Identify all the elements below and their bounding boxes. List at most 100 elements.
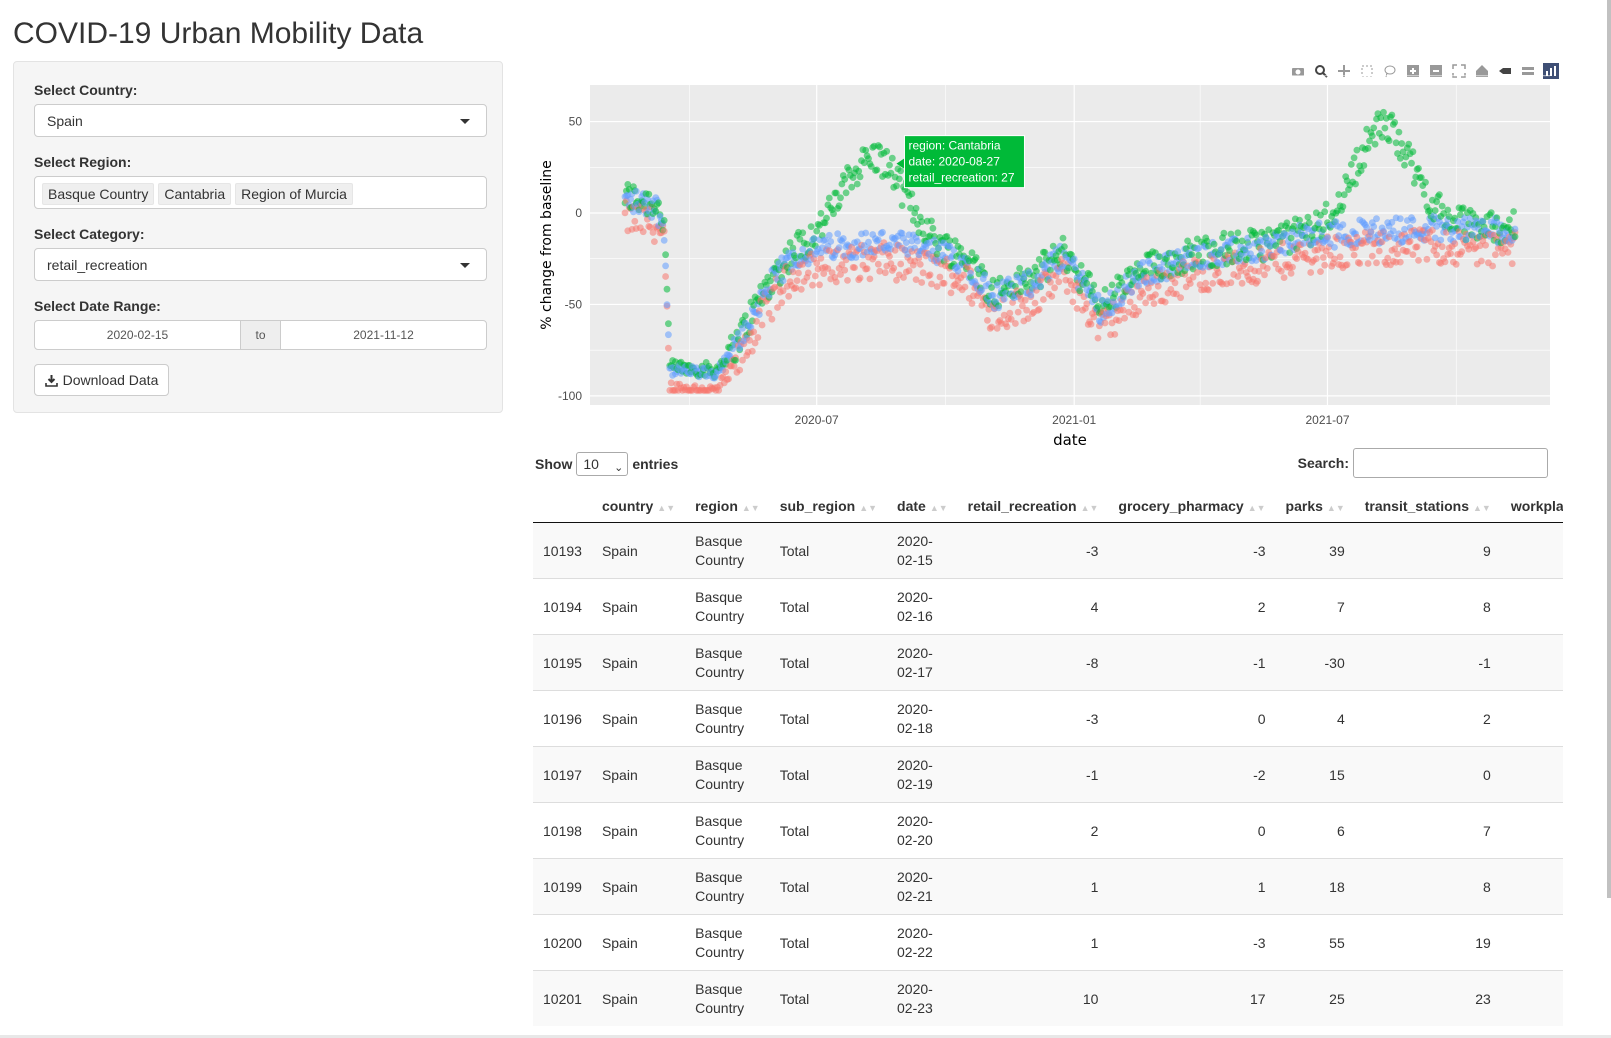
cell-grocery-pharmacy: -3 (1108, 914, 1276, 971)
scatter-point (835, 244, 843, 252)
scatter-point (844, 277, 851, 284)
column-header-country[interactable]: country ▲▼ (591, 490, 686, 523)
sidebar-panel: Select Country: Spain Select Region: Bas… (13, 61, 503, 413)
country-label: Select Country: (34, 82, 138, 98)
entries-select[interactable]: 10 ⌄ (576, 452, 629, 476)
region-multiselect[interactable]: Basque Country Cantabria Region of Murci… (34, 176, 487, 209)
scatter-point (1458, 248, 1466, 256)
scatter-point (1339, 221, 1347, 229)
column-header-date[interactable]: date ▲▼ (887, 490, 958, 523)
scatter-point (1410, 179, 1418, 187)
scatter-point (1070, 255, 1078, 263)
region-chip[interactable]: Basque Country (42, 183, 155, 205)
scatter-point (862, 229, 870, 237)
region-chip[interactable]: Cantabria (158, 183, 232, 205)
scatter-point (865, 238, 872, 246)
cell-country: Spain (591, 802, 686, 859)
x-tick-label: 2020-07 (795, 413, 839, 427)
scatter-point (732, 356, 739, 364)
cell-retail-recreation: 4 (957, 578, 1109, 635)
page-scrollbar[interactable] (1607, 0, 1611, 898)
scatter-point (785, 292, 793, 300)
scatter-point (1438, 202, 1446, 210)
cell-sub-region: Total (769, 634, 888, 691)
cell-parks: 7 (1275, 578, 1355, 635)
scatter-point (755, 311, 763, 318)
scatter-point (893, 182, 900, 190)
scatter-point (1415, 257, 1422, 264)
column-header-sub-region[interactable]: sub_region ▲▼ (769, 490, 888, 523)
download-icon (44, 374, 58, 387)
column-header-transit-stations[interactable]: transit_stations ▲▼ (1354, 490, 1501, 523)
scatter-point (1375, 247, 1383, 255)
scatter-point (813, 227, 821, 235)
mobility-scatter-plot[interactable]: 50 0 -50 -100 2020-07 2021-01 2021-07 da… (530, 60, 1560, 460)
table-row[interactable]: 10196 Spain Basque Country Total 2020-02-18-… (533, 690, 1563, 747)
table-row[interactable]: 10199 Spain Basque Country Total 2020-02-21 1… (533, 858, 1563, 915)
scatter-point (853, 180, 861, 188)
cell-grocery-pharmacy: -2 (1108, 746, 1276, 803)
scatter-point (905, 267, 913, 275)
scatter-point (890, 264, 898, 272)
scatter-point (823, 214, 830, 222)
cell-transit-stations: 8 (1354, 578, 1501, 635)
region-chip[interactable]: Region of Murcia (235, 183, 353, 205)
cell-transit-stations: 9 (1354, 522, 1501, 579)
scatter-point (825, 194, 833, 202)
scatter-point (1040, 296, 1047, 303)
download-button[interactable]: Download Data (34, 364, 169, 396)
cell-workplaces: 0 (1500, 522, 1563, 579)
scatter-point (663, 285, 671, 293)
cell-workplaces: 3 (1500, 690, 1563, 747)
cell-region: Basque Country (685, 746, 770, 803)
column-header-grocery-pharmacy[interactable]: grocery_pharmacy ▲▼ (1108, 490, 1276, 523)
table-row[interactable]: 10193 Spain Basque Country Total 2020-02-15-… (533, 522, 1563, 579)
table-row[interactable]: 10194 Spain Basque Country Total 2020-02-16 4… (533, 578, 1563, 635)
column-header-retail-recreation[interactable]: retail_recreation ▲▼ (957, 490, 1109, 523)
column-header-workplaces[interactable]: workplaces▲▼ (1500, 490, 1563, 523)
scatter-point (1373, 259, 1380, 267)
scatter-point (1371, 140, 1379, 148)
tooltip-date: date: 2020-08-27 (908, 155, 1000, 169)
scatter-point (665, 331, 672, 339)
table-row[interactable]: 10201 Spain Basque Country Total 2020-02-23 1… (533, 970, 1563, 1026)
scatter-point (1205, 286, 1212, 294)
scatter-point (918, 279, 926, 286)
cell-parks: 39 (1275, 522, 1355, 579)
cell-workplaces: 1 (1500, 858, 1563, 915)
cell-workplaces: 1 (1500, 578, 1563, 635)
entries-value: 10 (583, 456, 599, 472)
scatter-point (855, 167, 863, 175)
scatter-point (639, 228, 647, 236)
cell-transit-stations: 23 (1354, 970, 1501, 1026)
table-row[interactable]: 10198 Spain Basque Country Total 2020-02-20 2… (533, 802, 1563, 859)
country-select[interactable]: Spain (34, 104, 487, 137)
scatter-point (1202, 279, 1210, 287)
start-date-input[interactable]: 2020-02-15 (34, 320, 241, 350)
scatter-point (1396, 258, 1404, 266)
scatter-point (1506, 216, 1513, 224)
column-header-parks[interactable]: parks ▲▼ (1275, 490, 1355, 523)
scatter-point (662, 262, 669, 270)
cell-country: Spain (591, 914, 686, 971)
scatter-point (1409, 216, 1417, 224)
column-header-index[interactable] (533, 490, 592, 523)
category-select[interactable]: retail_recreation (34, 248, 487, 281)
table-row[interactable]: 10195 Spain Basque Country Total 2020-02-17-… (533, 634, 1563, 691)
column-header-region[interactable]: region ▲▼ (685, 490, 770, 523)
data-table: country ▲▼ region ▲▼ sub_region ▲▼ date ▲▼ r… (533, 490, 1563, 1026)
cell-sub-region: Total (769, 802, 888, 859)
end-date-input[interactable]: 2021-11-12 (280, 320, 487, 350)
scatter-point (851, 264, 858, 271)
scatter-plot-canvas[interactable]: 50 0 -50 -100 2020-07 2021-01 2021-07 da… (530, 60, 1560, 460)
scatter-point (1319, 254, 1327, 261)
table-row[interactable]: 10197 Spain Basque Country Total 2020-02-19-… (533, 746, 1563, 803)
cell-transit-stations: 7 (1354, 802, 1501, 859)
search-input[interactable] (1353, 448, 1548, 478)
scatter-point (1090, 281, 1098, 289)
scatter-point (1077, 262, 1085, 269)
cell-parks: 18 (1275, 858, 1355, 915)
table-row[interactable]: 10200 Spain Basque Country Total 2020-02-22 1… (533, 914, 1563, 971)
scatter-point (722, 368, 730, 376)
scatter-point (660, 217, 668, 224)
